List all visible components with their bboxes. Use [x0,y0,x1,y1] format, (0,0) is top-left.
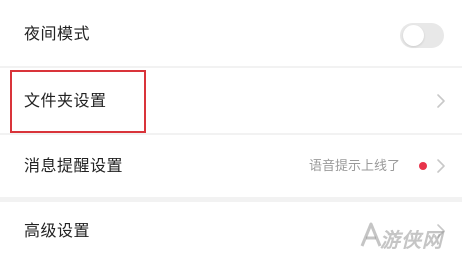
settings-item-night-mode: 夜间模式 [0,0,462,66]
chevron-right-icon [437,94,445,108]
toggle-knob [403,25,424,46]
night-mode-toggle[interactable] [400,23,444,48]
chevron-right-icon [437,159,445,173]
settings-item-notification[interactable]: 消息提醒设置 语音提示上线了 [0,135,462,197]
new-badge-dot [419,162,427,170]
night-mode-label: 夜间模式 [24,24,91,43]
voice-hint-text: 语音提示上线了 [308,159,400,174]
settings-item-advanced[interactable]: 高级设置 [0,202,462,271]
folder-settings-label: 文件夹设置 [24,91,107,110]
advanced-settings-label: 高级设置 [24,221,91,240]
settings-screen: 夜间模式 文件夹设置 消息提醒设置 语音提示上线了 高级设置 游侠网 [0,0,462,271]
chevron-right-icon [437,224,445,238]
settings-item-folder[interactable]: 文件夹设置 [0,68,462,133]
notification-settings-label: 消息提醒设置 [24,156,124,175]
